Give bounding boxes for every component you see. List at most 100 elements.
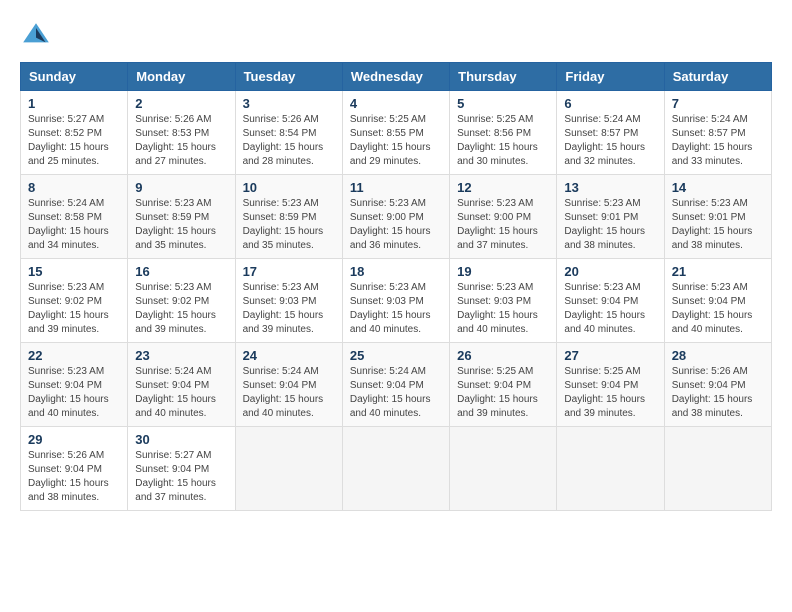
calendar-week-row: 29 Sunrise: 5:26 AMSunset: 9:04 PMDayligh… xyxy=(21,427,772,511)
calendar-week-row: 8 Sunrise: 5:24 AMSunset: 8:58 PMDaylight… xyxy=(21,175,772,259)
day-number: 12 xyxy=(457,180,549,195)
day-info: Sunrise: 5:25 AMSunset: 8:56 PMDaylight:… xyxy=(457,113,549,169)
day-number: 8 xyxy=(28,180,120,195)
calendar-cell xyxy=(664,427,771,511)
day-number: 10 xyxy=(243,180,335,195)
day-number: 16 xyxy=(135,264,227,279)
calendar-cell: 11 Sunrise: 5:23 AMSunset: 9:00 PMDayligh… xyxy=(342,175,449,259)
calendar-cell: 1Sunrise: 5:27 AMSunset: 8:52 PMDaylight… xyxy=(21,91,128,175)
day-info: Sunrise: 5:27 AMSunset: 8:52 PMDaylight:… xyxy=(28,113,120,169)
day-info: Sunrise: 5:23 AMSunset: 9:02 PMDaylight:… xyxy=(135,281,227,337)
day-number: 5 xyxy=(457,96,549,111)
day-number: 26 xyxy=(457,348,549,363)
calendar-cell: 28 Sunrise: 5:26 AMSunset: 9:04 PMDayligh… xyxy=(664,343,771,427)
day-info: Sunrise: 5:23 AMSunset: 9:01 PMDaylight:… xyxy=(672,197,764,253)
day-number: 2 xyxy=(135,96,227,111)
day-info: Sunrise: 5:25 AMSunset: 8:55 PMDaylight:… xyxy=(350,113,442,169)
day-number: 24 xyxy=(243,348,335,363)
day-info: Sunrise: 5:24 AMSunset: 8:57 PMDaylight:… xyxy=(564,113,656,169)
calendar-cell: 5 Sunrise: 5:25 AMSunset: 8:56 PMDaylight… xyxy=(450,91,557,175)
day-info: Sunrise: 5:23 AMSunset: 9:03 PMDaylight:… xyxy=(243,281,335,337)
calendar-body: 1Sunrise: 5:27 AMSunset: 8:52 PMDaylight… xyxy=(21,91,772,511)
day-number: 11 xyxy=(350,180,442,195)
calendar-cell: 16 Sunrise: 5:23 AMSunset: 9:02 PMDayligh… xyxy=(128,259,235,343)
day-info: Sunrise: 5:23 AMSunset: 9:04 PMDaylight:… xyxy=(564,281,656,337)
calendar-cell xyxy=(235,427,342,511)
calendar-cell: 29 Sunrise: 5:26 AMSunset: 9:04 PMDayligh… xyxy=(21,427,128,511)
calendar-cell: 7 Sunrise: 5:24 AMSunset: 8:57 PMDaylight… xyxy=(664,91,771,175)
calendar-header-thursday: Thursday xyxy=(450,63,557,91)
calendar-cell: 21 Sunrise: 5:23 AMSunset: 9:04 PMDayligh… xyxy=(664,259,771,343)
calendar-header-row: SundayMondayTuesdayWednesdayThursdayFrid… xyxy=(21,63,772,91)
calendar-cell: 3Sunrise: 5:26 AMSunset: 8:54 PMDaylight… xyxy=(235,91,342,175)
day-info: Sunrise: 5:26 AMSunset: 9:04 PMDaylight:… xyxy=(672,365,764,421)
calendar-header-friday: Friday xyxy=(557,63,664,91)
day-info: Sunrise: 5:23 AMSunset: 9:03 PMDaylight:… xyxy=(457,281,549,337)
day-info: Sunrise: 5:23 AMSunset: 9:00 PMDaylight:… xyxy=(350,197,442,253)
calendar-cell: 19 Sunrise: 5:23 AMSunset: 9:03 PMDayligh… xyxy=(450,259,557,343)
day-number: 15 xyxy=(28,264,120,279)
day-number: 17 xyxy=(243,264,335,279)
day-number: 21 xyxy=(672,264,764,279)
calendar-cell: 4 Sunrise: 5:25 AMSunset: 8:55 PMDaylight… xyxy=(342,91,449,175)
day-number: 30 xyxy=(135,432,227,447)
page-header xyxy=(20,20,772,52)
day-info: Sunrise: 5:23 AMSunset: 9:01 PMDaylight:… xyxy=(564,197,656,253)
day-info: Sunrise: 5:23 AMSunset: 9:04 PMDaylight:… xyxy=(28,365,120,421)
calendar-header-sunday: Sunday xyxy=(21,63,128,91)
calendar-cell xyxy=(557,427,664,511)
calendar-cell xyxy=(342,427,449,511)
day-info: Sunrise: 5:23 AMSunset: 9:00 PMDaylight:… xyxy=(457,197,549,253)
calendar-cell: 12 Sunrise: 5:23 AMSunset: 9:00 PMDayligh… xyxy=(450,175,557,259)
calendar-cell xyxy=(450,427,557,511)
calendar-cell: 30 Sunrise: 5:27 AMSunset: 9:04 PMDayligh… xyxy=(128,427,235,511)
day-number: 19 xyxy=(457,264,549,279)
day-info: Sunrise: 5:24 AMSunset: 8:57 PMDaylight:… xyxy=(672,113,764,169)
day-info: Sunrise: 5:24 AMSunset: 9:04 PMDaylight:… xyxy=(243,365,335,421)
day-info: Sunrise: 5:24 AMSunset: 9:04 PMDaylight:… xyxy=(135,365,227,421)
day-number: 6 xyxy=(564,96,656,111)
calendar-cell: 2 Sunrise: 5:26 AMSunset: 8:53 PMDaylight… xyxy=(128,91,235,175)
calendar-cell: 13 Sunrise: 5:23 AMSunset: 9:01 PMDayligh… xyxy=(557,175,664,259)
calendar-week-row: 22 Sunrise: 5:23 AMSunset: 9:04 PMDayligh… xyxy=(21,343,772,427)
day-number: 20 xyxy=(564,264,656,279)
calendar-header-monday: Monday xyxy=(128,63,235,91)
calendar-cell: 15Sunrise: 5:23 AMSunset: 9:02 PMDayligh… xyxy=(21,259,128,343)
day-info: Sunrise: 5:27 AMSunset: 9:04 PMDaylight:… xyxy=(135,449,227,505)
logo xyxy=(20,20,58,52)
day-info: Sunrise: 5:23 AMSunset: 9:03 PMDaylight:… xyxy=(350,281,442,337)
calendar-header-saturday: Saturday xyxy=(664,63,771,91)
day-info: Sunrise: 5:24 AMSunset: 8:58 PMDaylight:… xyxy=(28,197,120,253)
calendar-cell: 17 Sunrise: 5:23 AMSunset: 9:03 PMDayligh… xyxy=(235,259,342,343)
day-number: 9 xyxy=(135,180,227,195)
day-number: 22 xyxy=(28,348,120,363)
day-info: Sunrise: 5:23 AMSunset: 8:59 PMDaylight:… xyxy=(135,197,227,253)
day-number: 14 xyxy=(672,180,764,195)
calendar-cell: 26 Sunrise: 5:25 AMSunset: 9:04 PMDayligh… xyxy=(450,343,557,427)
day-number: 4 xyxy=(350,96,442,111)
day-number: 13 xyxy=(564,180,656,195)
day-number: 28 xyxy=(672,348,764,363)
calendar-cell: 9 Sunrise: 5:23 AMSunset: 8:59 PMDaylight… xyxy=(128,175,235,259)
day-info: Sunrise: 5:23 AMSunset: 9:04 PMDaylight:… xyxy=(672,281,764,337)
day-info: Sunrise: 5:23 AMSunset: 8:59 PMDaylight:… xyxy=(243,197,335,253)
calendar-week-row: 15 Sunrise: 5:23 AMSunset: 9:02 PMDayligh… xyxy=(21,259,772,343)
calendar-cell: 20 Sunrise: 5:23 AMSunset: 9:04 PMDayligh… xyxy=(557,259,664,343)
day-number: 23 xyxy=(135,348,227,363)
day-number: 27 xyxy=(564,348,656,363)
calendar-header-wednesday: Wednesday xyxy=(342,63,449,91)
calendar-header-tuesday: Tuesday xyxy=(235,63,342,91)
day-info: Sunrise: 5:26 AMSunset: 9:04 PMDaylight:… xyxy=(28,449,120,505)
day-info: Sunrise: 5:26 AMSunset: 8:53 PMDaylight:… xyxy=(135,113,227,169)
day-number: 29 xyxy=(28,432,120,447)
day-info: Sunrise: 5:24 AMSunset: 9:04 PMDaylight:… xyxy=(350,365,442,421)
calendar-cell: 8 Sunrise: 5:24 AMSunset: 8:58 PMDaylight… xyxy=(21,175,128,259)
calendar-cell: 22 Sunrise: 5:23 AMSunset: 9:04 PMDayligh… xyxy=(21,343,128,427)
calendar-cell: 6 Sunrise: 5:24 AMSunset: 8:57 PMDaylight… xyxy=(557,91,664,175)
logo-icon xyxy=(20,20,52,52)
calendar-cell: 18Sunrise: 5:23 AMSunset: 9:03 PMDayligh… xyxy=(342,259,449,343)
calendar-cell: 27Sunrise: 5:25 AMSunset: 9:04 PMDayligh… xyxy=(557,343,664,427)
day-info: Sunrise: 5:26 AMSunset: 8:54 PMDaylight:… xyxy=(243,113,335,169)
day-info: Sunrise: 5:25 AMSunset: 9:04 PMDaylight:… xyxy=(457,365,549,421)
day-number: 7 xyxy=(672,96,764,111)
